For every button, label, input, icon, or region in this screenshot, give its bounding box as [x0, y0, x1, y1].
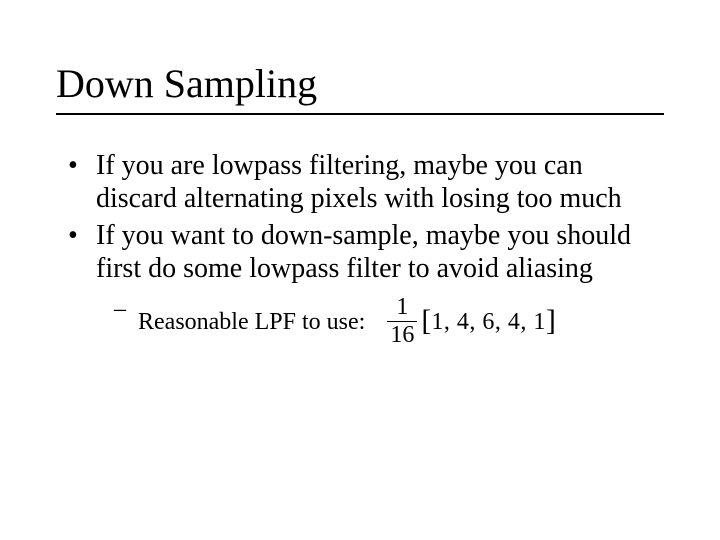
list-item: If you want to down-sample, maybe you sh… — [68, 219, 664, 348]
slide-title: Down Sampling — [56, 60, 664, 107]
list-item: Reasonable LPF to use: 1 16 [ 1, 4, 6, 4… — [114, 295, 664, 348]
bullet-text: If you want to down-sample, maybe you sh… — [96, 220, 631, 284]
lpf-formula: 1 16 [ 1, 4, 6, 4, 1 ] — [387, 295, 556, 348]
right-bracket: ] — [546, 306, 556, 336]
slide: Down Sampling If you are lowpass filteri… — [0, 0, 720, 540]
bullet-text: If you are lowpass filtering, maybe you … — [96, 150, 622, 214]
title-underline — [56, 113, 664, 115]
sub-bullet-list: Reasonable LPF to use: 1 16 [ 1, 4, 6, 4… — [114, 295, 664, 348]
bullet-list: If you are lowpass filtering, maybe you … — [68, 149, 664, 349]
fraction-denominator: 16 — [387, 323, 417, 348]
list-item: If you are lowpass filtering, maybe you … — [68, 149, 664, 215]
fraction: 1 16 — [387, 295, 417, 348]
left-bracket: [ — [421, 306, 431, 336]
sub-bullet-text: Reasonable LPF to use: — [138, 308, 365, 336]
filter-coefficients: 1, 4, 6, 4, 1 — [431, 308, 546, 336]
fraction-numerator: 1 — [393, 295, 411, 320]
